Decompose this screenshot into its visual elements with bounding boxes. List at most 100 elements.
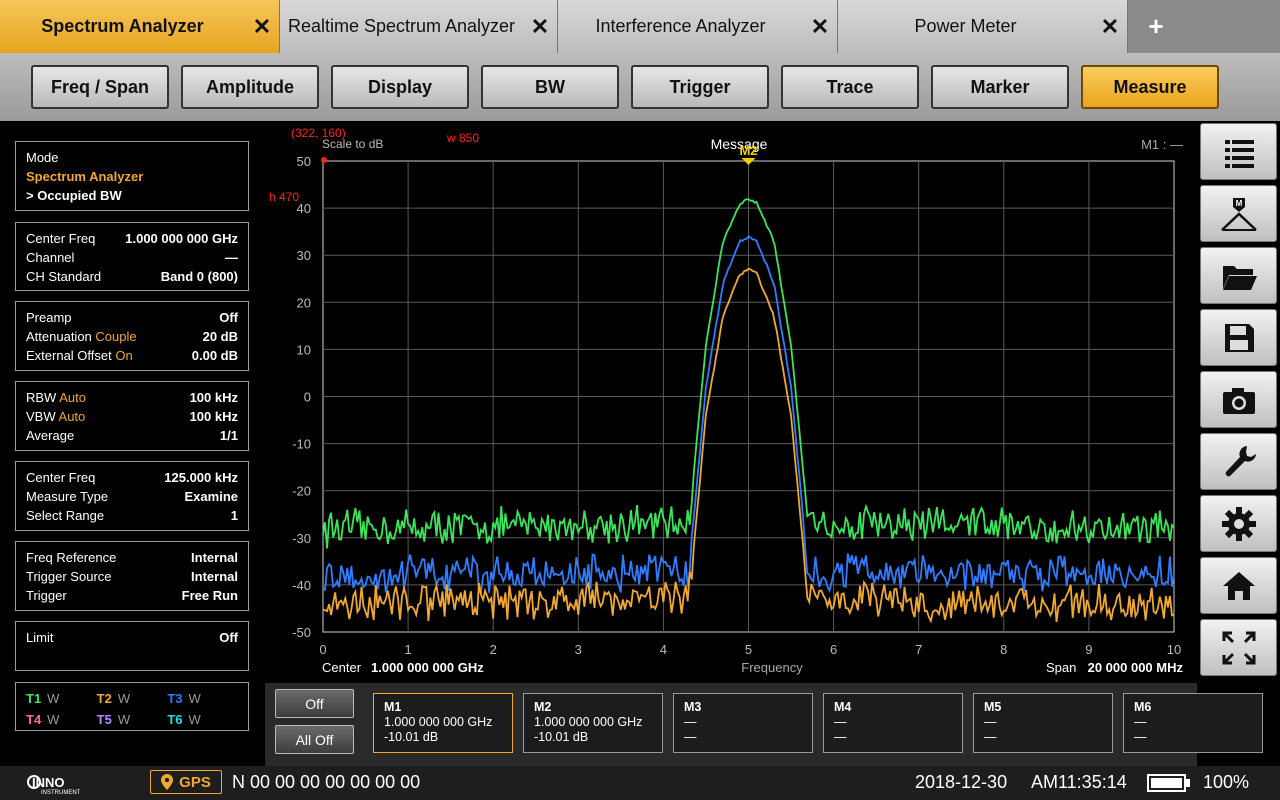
amplitude-box[interactable]: Preamp Off Attenuation Couple 20 dB Extern… bbox=[15, 301, 249, 371]
marker-box-m1[interactable]: M1 1.000 000 000 GHz -10.01 dB bbox=[373, 693, 513, 753]
marker-name: M4 bbox=[834, 700, 852, 714]
tools-button[interactable] bbox=[1200, 433, 1277, 490]
bandwidth-box[interactable]: RBW Auto 100 kHz VBW Auto 100 kHz Average 1… bbox=[15, 381, 249, 451]
tab-interference-analyzer[interactable]: Interference Analyzer ✕ bbox=[558, 0, 838, 53]
y-tick-label: -20 bbox=[292, 484, 311, 499]
trace-item[interactable]: T6 W bbox=[167, 710, 238, 729]
trigger-box[interactable]: Freq Reference Internal Trigger Source Int… bbox=[15, 541, 249, 611]
status-bar: INNO INSTRUMENT GPS N 00 00 00 00 00 00 … bbox=[0, 766, 1280, 800]
info-value: 1 bbox=[230, 508, 238, 523]
gps-indicator[interactable]: GPS bbox=[150, 770, 222, 794]
info-row: VBW Auto 100 kHz bbox=[26, 407, 238, 426]
marker-box-m4[interactable]: M4— — bbox=[823, 693, 963, 753]
gear-icon bbox=[1221, 506, 1256, 541]
bw-button[interactable]: BW bbox=[481, 65, 619, 109]
info-value: Off bbox=[219, 310, 238, 325]
trace-mode: W bbox=[47, 712, 60, 727]
save-icon bbox=[1224, 323, 1254, 352]
marker-button[interactable]: Marker bbox=[931, 65, 1069, 109]
marker-line1: — bbox=[984, 715, 997, 729]
info-key: CH Standard bbox=[26, 269, 102, 284]
info-value: — bbox=[225, 250, 238, 265]
info-row: Center Freq 1.000 000 000 GHz bbox=[26, 229, 238, 248]
marker-box-m6[interactable]: M6— — bbox=[1123, 693, 1263, 753]
trace-mode: W bbox=[188, 691, 201, 706]
info-value: Internal bbox=[191, 569, 238, 584]
marker-box-m2[interactable]: M2 1.000 000 000 GHz -10.01 dB bbox=[523, 693, 663, 753]
info-row: External Offset On 0.00 dB bbox=[26, 346, 238, 365]
trace-name: T5 bbox=[96, 712, 112, 727]
trace-mode: W bbox=[188, 712, 201, 727]
close-icon[interactable]: ✕ bbox=[1093, 14, 1127, 40]
home-icon bbox=[1222, 571, 1255, 600]
limit-box[interactable]: Limit Off bbox=[15, 621, 249, 671]
info-value: Internal bbox=[191, 550, 238, 565]
freq-span-button[interactable]: Freq / Span bbox=[31, 65, 169, 109]
mode-label: Mode bbox=[26, 150, 59, 165]
camera-icon bbox=[1222, 387, 1255, 414]
add-tab-button[interactable]: + bbox=[1132, 0, 1180, 53]
amplitude-button[interactable]: Amplitude bbox=[181, 65, 319, 109]
close-icon[interactable]: ✕ bbox=[523, 14, 557, 40]
location-pin-icon bbox=[161, 774, 174, 790]
marker-peak-button[interactable]: M bbox=[1200, 185, 1277, 242]
marker-all-off-button[interactable]: All Off bbox=[275, 725, 354, 754]
info-key: Attenuation bbox=[26, 329, 92, 344]
marker-off-button[interactable]: Off bbox=[275, 689, 354, 718]
x-tick-label: 5 bbox=[745, 642, 752, 657]
save-button[interactable] bbox=[1200, 309, 1277, 366]
status-date: 2018-12-30 bbox=[915, 772, 1008, 792]
tab-power-meter[interactable]: Power Meter ✕ bbox=[838, 0, 1128, 53]
x-axis-label: Frequency bbox=[741, 660, 803, 675]
measure-button[interactable]: Measure bbox=[1081, 65, 1219, 109]
marker-line2: — bbox=[684, 730, 697, 744]
trace-name: T6 bbox=[167, 712, 183, 727]
info-key: Channel bbox=[26, 250, 75, 265]
info-key: External Offset bbox=[26, 348, 112, 363]
info-panel: Mode Spectrum Analyzer > Occupied BW Cen… bbox=[0, 121, 265, 766]
info-value: 1/1 bbox=[219, 428, 238, 443]
settings-button[interactable] bbox=[1200, 495, 1277, 552]
trace-button[interactable]: Trace bbox=[781, 65, 919, 109]
trace-item[interactable]: T4 W bbox=[26, 710, 97, 729]
mode-box[interactable]: Mode Spectrum Analyzer > Occupied BW bbox=[15, 141, 249, 211]
trace-item[interactable]: T5 W bbox=[97, 710, 168, 729]
info-key: Preamp bbox=[26, 310, 72, 325]
info-key: Select Range bbox=[26, 508, 105, 523]
measurement-box[interactable]: Center Freq 125.000 kHz Measure Type Exami… bbox=[15, 461, 249, 531]
close-icon[interactable]: ✕ bbox=[245, 14, 279, 40]
marker-box-m3[interactable]: M3— — bbox=[673, 693, 813, 753]
spectrum-plot[interactable]: 0 1 2 3 4 5 6 7 8 9 10 50 40 30 20 10 0 -10 -20 -30 -40 -50 (… bbox=[265, 121, 1197, 683]
trigger-button[interactable]: Trigger bbox=[631, 65, 769, 109]
trace-item[interactable]: T3 W bbox=[167, 689, 238, 708]
list-button[interactable] bbox=[1200, 123, 1277, 180]
tab-spectrum-analyzer[interactable]: Spectrum Analyzer ✕ bbox=[0, 0, 280, 53]
marker-line1: — bbox=[684, 715, 697, 729]
trace-mode: W bbox=[117, 712, 131, 727]
trace-item[interactable]: T1 W bbox=[26, 689, 97, 708]
open-button[interactable] bbox=[1200, 247, 1277, 304]
display-button[interactable]: Display bbox=[331, 65, 469, 109]
home-button[interactable] bbox=[1200, 557, 1277, 614]
trace-item[interactable]: T2 W bbox=[97, 689, 168, 708]
close-icon[interactable]: ✕ bbox=[803, 14, 837, 40]
svg-text:INSTRUMENT: INSTRUMENT bbox=[41, 790, 81, 796]
info-row: Limit Off bbox=[26, 628, 238, 647]
y-tick-label: 10 bbox=[297, 342, 311, 357]
screenshot-button[interactable] bbox=[1200, 371, 1277, 428]
spectrum-chart[interactable]: 0 1 2 3 4 5 6 7 8 9 1050403020100-10-20-30-40-50 (… bbox=[265, 121, 1197, 683]
fullscreen-button[interactable] bbox=[1200, 619, 1277, 676]
marker-line1: — bbox=[1134, 715, 1147, 729]
span-label: Span bbox=[1046, 660, 1076, 675]
trace-legend-box[interactable]: T1 W T2 W T3 W T4 W T5 W T6 W bbox=[15, 682, 249, 731]
marker-name: M2 bbox=[534, 700, 552, 714]
tab-realtime-spectrum-analyzer[interactable]: Realtime Spectrum Analyzer ✕ bbox=[280, 0, 558, 53]
info-row: Select Range 1 bbox=[26, 506, 238, 525]
x-tick-label: 4 bbox=[660, 642, 667, 657]
marker-box-m5[interactable]: M5— — bbox=[973, 693, 1113, 753]
frequency-box[interactable]: Center Freq 1.000 000 000 GHz Channel — CH… bbox=[15, 222, 249, 291]
trace-name: T4 bbox=[26, 712, 42, 727]
info-row: Trigger Source Internal bbox=[26, 567, 238, 586]
battery-percentage: 100% bbox=[1203, 772, 1250, 792]
marker-label: M2 bbox=[739, 143, 757, 158]
